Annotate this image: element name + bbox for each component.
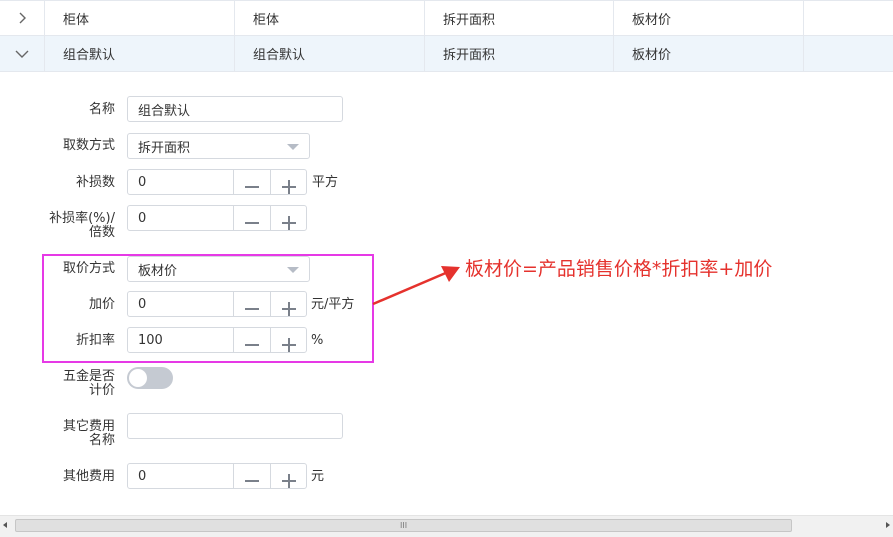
annotation-highlight-box (42, 254, 374, 363)
loss-amount-stepper: 0 (127, 169, 307, 195)
table-cell: 柜体 (45, 1, 235, 35)
other-fee-name-label: 其它费用 名称 (62, 419, 115, 448)
other-fee-stepper: 0 (127, 463, 307, 489)
hardware-priced-label: 五金是否 计价 (62, 369, 115, 398)
loss-amount-unit: 平方 (312, 175, 339, 190)
hardware-priced-toggle[interactable] (127, 367, 173, 389)
fetch-method-value: 拆开面积 (138, 140, 191, 156)
table-cell: 板材价 (614, 1, 804, 35)
loss-rate-label: 补损率(%)/ 倍数 (49, 211, 115, 240)
name-label: 名称 (88, 102, 115, 117)
decrement-button[interactable] (234, 464, 270, 488)
table-row[interactable]: 柜体 柜体 拆开面积 板材价 (0, 0, 893, 36)
scroll-left-icon[interactable] (3, 522, 7, 528)
scroll-right-icon[interactable] (886, 522, 890, 528)
annotation-text: 板材价=产品销售价格*折扣率+加价 (465, 258, 773, 280)
table-cell: 柜体 (235, 1, 425, 35)
chevron-right-icon (19, 12, 26, 24)
loss-rate-stepper: 0 (127, 205, 307, 231)
table-cell: 板材价 (614, 36, 804, 71)
table-cell: 拆开面积 (425, 1, 614, 35)
increment-button[interactable] (270, 170, 306, 194)
increment-button[interactable] (270, 206, 306, 230)
decrement-button[interactable] (234, 170, 270, 194)
fetch-method-select[interactable]: 拆开面积 (127, 133, 310, 159)
other-fee-label: 其他费用 (62, 469, 115, 484)
decrement-button[interactable] (234, 206, 270, 230)
table-cell: 拆开面积 (425, 36, 614, 71)
expand-toggle[interactable] (0, 1, 45, 35)
table-cell: 组合默认 (45, 36, 235, 71)
scrollbar-thumb[interactable]: III (15, 519, 792, 532)
fetch-method-label: 取数方式 (62, 138, 115, 153)
other-fee-input[interactable]: 0 (128, 464, 234, 488)
table-cell: 组合默认 (235, 36, 425, 71)
name-input[interactable]: 组合默认 (127, 96, 343, 122)
table-row[interactable]: 组合默认 组合默认 拆开面积 板材价 (0, 36, 893, 72)
toggle-knob (129, 369, 147, 387)
chevron-down-icon (15, 50, 29, 58)
table-cell (804, 1, 893, 35)
other-fee-name-input[interactable] (127, 413, 343, 439)
horizontal-scrollbar[interactable]: III (0, 515, 893, 537)
table-cell (804, 36, 893, 71)
loss-rate-input[interactable]: 0 (128, 206, 234, 230)
collapse-toggle[interactable] (0, 36, 45, 71)
increment-button[interactable] (270, 464, 306, 488)
caret-down-icon (287, 144, 299, 150)
other-fee-unit: 元 (311, 469, 325, 484)
loss-amount-input[interactable]: 0 (128, 170, 234, 194)
scrollbar-grip: III (400, 521, 408, 530)
annotation-arrow (372, 266, 460, 306)
loss-amount-label: 补损数 (75, 175, 115, 190)
